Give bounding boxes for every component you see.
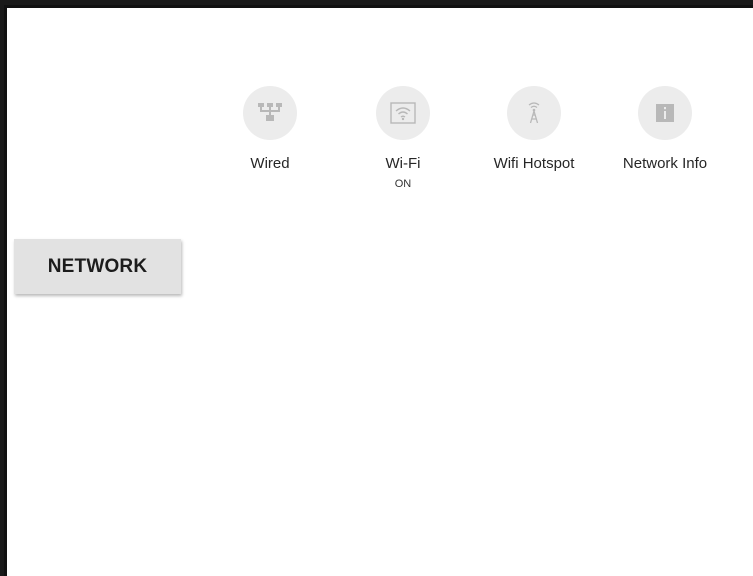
network-info-option[interactable]: Network Info [605,86,725,172]
wired-icon-circle [243,86,297,140]
category-tab-network[interactable]: NETWORK [14,239,181,294]
wifi-option[interactable]: Wi-Fi ON [343,86,463,190]
hotspot-icon [528,102,540,124]
settings-screen: NETWORK Wired Wi-Fi ON Wifi Hotspot Netw… [4,5,753,576]
info-icon [656,104,674,122]
wired-label: Wired [250,155,290,172]
hotspot-icon-circle [507,86,561,140]
wifi-icon [390,102,416,124]
hotspot-option[interactable]: Wifi Hotspot [474,86,594,172]
wifi-status: ON [394,178,412,190]
category-tab-label: NETWORK [47,255,148,277]
network-info-icon-circle [638,86,692,140]
wifi-icon-circle [376,86,430,140]
ethernet-icon [258,103,282,121]
wired-option[interactable]: Wired [210,86,330,172]
hotspot-label: Wifi Hotspot [493,155,575,172]
wifi-label: Wi-Fi [385,155,421,172]
network-info-label: Network Info [622,155,708,172]
